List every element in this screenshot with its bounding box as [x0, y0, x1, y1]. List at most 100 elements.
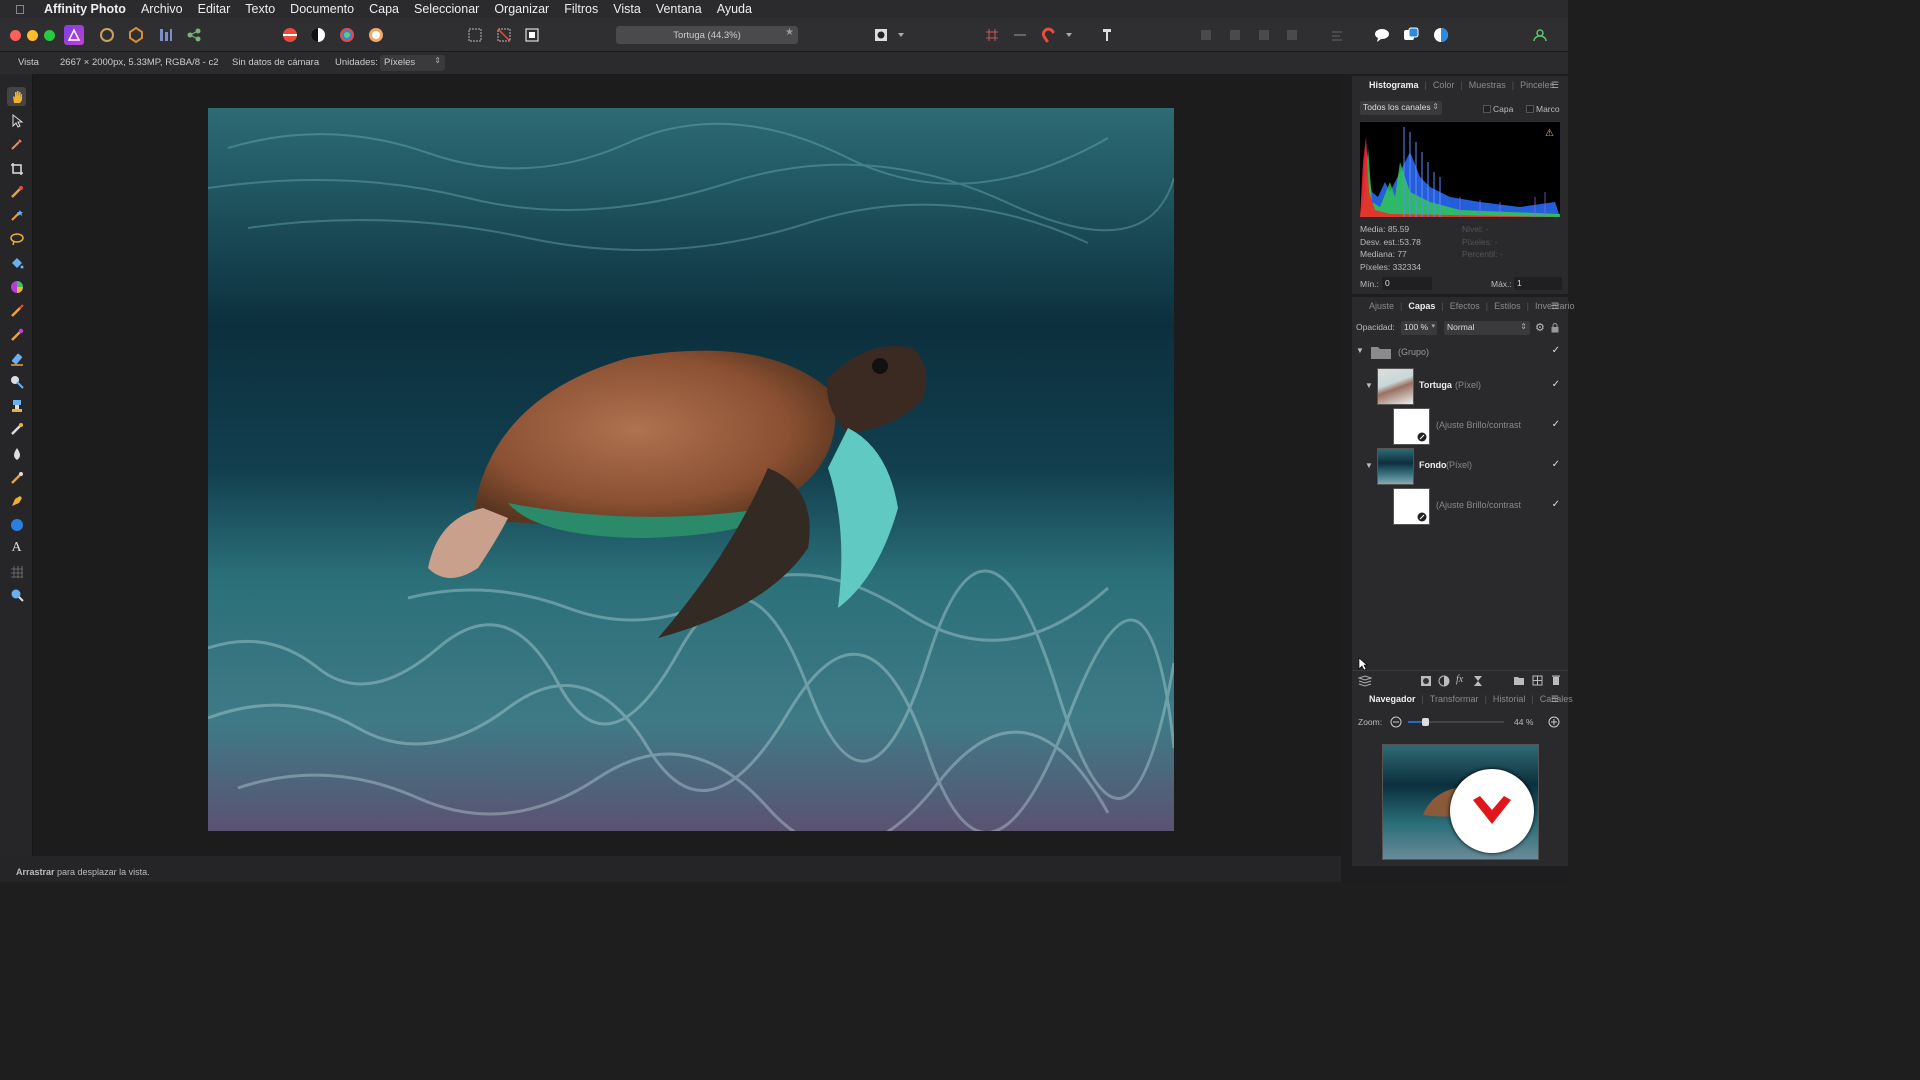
tab-historial[interactable]: Historial	[1493, 694, 1526, 704]
photo-persona-icon[interactable]	[64, 25, 84, 45]
color-picker-tool-icon[interactable]	[7, 134, 26, 153]
flood-select-tool-icon[interactable]	[7, 205, 26, 224]
layer-row-fondo[interactable]: ▼ Fondo (Píxel) ✓	[1352, 447, 1568, 487]
menu-seleccionar[interactable]: Seleccionar	[414, 2, 479, 16]
auto-colors-icon[interactable]	[337, 25, 357, 45]
zoom-out-icon[interactable]	[1390, 716, 1402, 728]
personas-toggle-icon[interactable]	[1431, 25, 1451, 45]
zoom-window-button[interactable]	[44, 30, 55, 41]
mask-layer-icon[interactable]	[1420, 675, 1432, 687]
menu-filtros[interactable]: Filtros	[564, 2, 598, 16]
align-icon[interactable]	[1327, 25, 1347, 45]
zoom-value[interactable]: 44 %	[1514, 717, 1533, 727]
tab-color[interactable]: Color	[1433, 80, 1455, 90]
menu-capa[interactable]: Capa	[369, 2, 399, 16]
snapping-magnet-icon[interactable]	[1039, 25, 1059, 45]
menu-organizar[interactable]: Organizar	[494, 2, 549, 16]
opacity-select[interactable]: 100 % ▾	[1401, 321, 1437, 335]
clone-tool-icon[interactable]	[7, 396, 26, 415]
menu-ventana[interactable]: Ventana	[656, 2, 702, 16]
menu-texto[interactable]: Texto	[245, 2, 275, 16]
crop-tool-icon[interactable]	[7, 159, 26, 178]
menu-documento[interactable]: Documento	[290, 2, 354, 16]
pen-tool-icon[interactable]	[7, 491, 26, 510]
tab-efectos[interactable]: Efectos	[1450, 301, 1480, 311]
zoom-slider-thumb[interactable]	[1422, 718, 1429, 726]
move-tool-icon[interactable]	[7, 111, 26, 130]
studio-presets-icon[interactable]	[1401, 25, 1421, 45]
panel-menu-icon[interactable]: ☰	[1551, 80, 1559, 91]
layer-row-brightness-2[interactable]: (Ajuste Brillo/contrast ✓	[1352, 487, 1568, 527]
lasso-tool-icon[interactable]	[7, 229, 26, 248]
menu-editar[interactable]: Editar	[198, 2, 231, 16]
visibility-check-icon[interactable]: ✓	[1552, 499, 1560, 510]
auto-white-balance-icon[interactable]	[366, 25, 386, 45]
live-filter-icon[interactable]	[1473, 675, 1483, 687]
user-account-icon[interactable]	[1530, 25, 1550, 45]
menu-vista[interactable]: Vista	[613, 2, 641, 16]
units-select[interactable]: Píxeles ⇕	[380, 55, 445, 71]
view-label[interactable]: Vista	[18, 57, 39, 68]
tab-ajuste[interactable]: Ajuste	[1369, 301, 1394, 311]
visibility-check-icon[interactable]: ✓	[1552, 419, 1560, 430]
tab-estilos[interactable]: Estilos	[1494, 301, 1521, 311]
menu-archivo[interactable]: Archivo	[141, 2, 183, 16]
smudge-brush-tool-icon[interactable]	[7, 468, 26, 487]
layer-row-tortuga[interactable]: ▼ Tortuga (Píxel) ✓	[1352, 367, 1568, 407]
snapping-options-icon[interactable]	[1010, 25, 1030, 45]
gradient-tool-icon[interactable]	[7, 277, 26, 296]
auto-contrast-icon[interactable]	[308, 25, 328, 45]
zoom-slider[interactable]	[1408, 718, 1504, 726]
menu-ayuda[interactable]: Ayuda	[717, 2, 752, 16]
arrange-back-icon[interactable]	[1196, 25, 1216, 45]
blend-mode-select[interactable]: Normal ⇕	[1444, 321, 1530, 335]
panel-menu-icon[interactable]: ☰	[1551, 694, 1559, 705]
expand-chevron-icon[interactable]: ▼	[1365, 461, 1373, 470]
minimize-window-button[interactable]	[27, 30, 38, 41]
adjustment-layer-icon[interactable]	[1438, 675, 1450, 687]
arrange-forward-icon[interactable]	[1254, 25, 1274, 45]
liquify-persona-icon[interactable]	[97, 25, 117, 45]
marquee-select-icon[interactable]	[465, 25, 485, 45]
tab-histograma[interactable]: Histograma	[1369, 80, 1419, 90]
warning-icon[interactable]: ⚠	[1545, 128, 1554, 139]
gear-icon[interactable]: ⚙	[1535, 321, 1545, 334]
add-pixel-layer-icon[interactable]	[1532, 675, 1543, 686]
tab-capas[interactable]: Capas	[1408, 301, 1435, 311]
apple-icon[interactable]: 	[15, 2, 33, 17]
blur-brush-tool-icon[interactable]	[7, 444, 26, 463]
marco-checkbox[interactable]	[1526, 105, 1534, 113]
star-icon[interactable]: ★	[785, 27, 794, 38]
expand-chevron-icon[interactable]: ▼	[1365, 381, 1373, 390]
document-tab[interactable]: Tortuga (44.3%) ★	[616, 26, 798, 44]
channel-select[interactable]: Todos los canales ⇕	[1360, 101, 1442, 115]
close-window-button[interactable]	[10, 30, 21, 41]
quick-mask-icon[interactable]	[871, 25, 891, 45]
healing-brush-tool-icon[interactable]	[7, 419, 26, 438]
zoom-in-icon[interactable]	[1548, 716, 1560, 728]
visibility-check-icon[interactable]: ✓	[1552, 379, 1560, 390]
quick-mask-dropdown-chevron-icon[interactable]	[893, 25, 909, 45]
visibility-check-icon[interactable]: ✓	[1552, 345, 1560, 356]
add-group-icon[interactable]	[1513, 675, 1525, 686]
invert-selection-icon[interactable]	[522, 25, 542, 45]
selection-brush-tool-icon[interactable]	[7, 182, 26, 201]
color-replacement-tool-icon[interactable]	[7, 325, 26, 344]
trash-icon[interactable]	[1551, 674, 1561, 686]
assistant-icon[interactable]	[1372, 25, 1392, 45]
menu-app-name[interactable]: Affinity Photo	[44, 2, 126, 16]
hand-tool-icon[interactable]	[7, 87, 26, 106]
expand-chevron-icon[interactable]: ▼	[1356, 346, 1364, 355]
layers-stack-icon[interactable]	[1358, 675, 1372, 687]
min-input[interactable]: 0	[1382, 277, 1432, 290]
paint-brush-tool-icon[interactable]	[7, 301, 26, 320]
export-persona-icon[interactable]	[184, 25, 204, 45]
visibility-check-icon[interactable]: ✓	[1552, 459, 1560, 470]
lock-icon[interactable]	[1551, 323, 1559, 333]
layer-row-group[interactable]: ▼ (Grupo) ✓	[1352, 341, 1568, 363]
context-toolbar-icon[interactable]	[1097, 25, 1117, 45]
deselect-icon[interactable]	[494, 25, 514, 45]
tab-transformar[interactable]: Transformar	[1430, 694, 1479, 704]
panel-menu-icon[interactable]: ☰	[1551, 301, 1559, 312]
develop-persona-icon[interactable]	[126, 25, 146, 45]
